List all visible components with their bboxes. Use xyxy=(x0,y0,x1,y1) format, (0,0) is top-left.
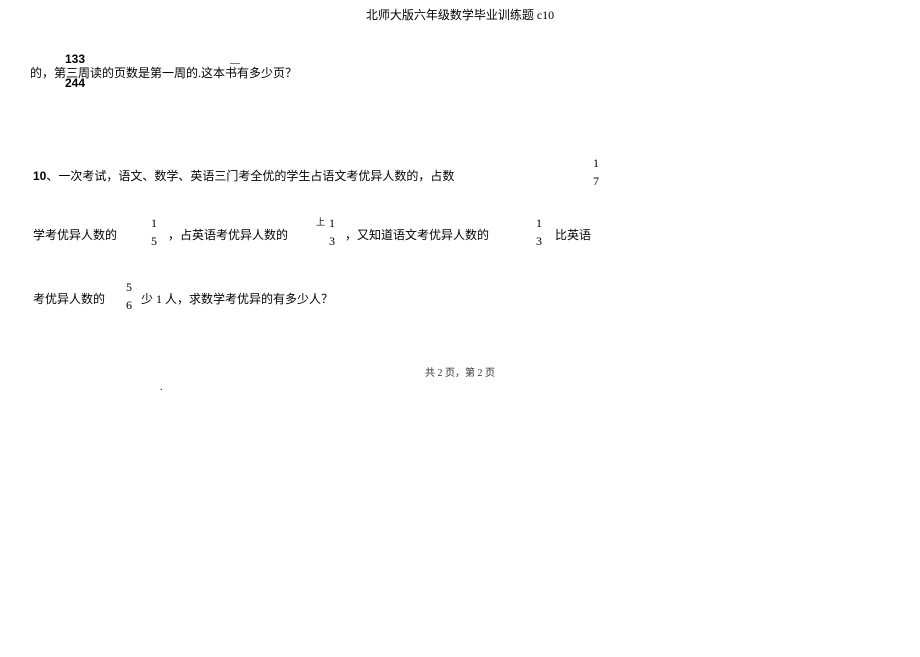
fraction-1-3a: 1 3 xyxy=(326,216,338,248)
fraction-5-6: 5 6 xyxy=(123,280,135,312)
question-number-10: 10 xyxy=(33,169,46,183)
stray-dot: . xyxy=(160,382,163,393)
fraction-1-5-num: 1 xyxy=(148,216,160,230)
fraction-1-3a-num: 1 xyxy=(326,216,338,230)
row2-seg2: ，占英语考优异人数的 xyxy=(168,226,288,243)
page-title: 北师大版六年级数学毕业训练题 c10 xyxy=(0,6,920,23)
frac-prefix-a: 上 xyxy=(316,215,325,228)
question-10-row1-text: 、一次考试，语文、数学、英语三门考全优的学生占语文考优异人数的，占数 xyxy=(46,169,454,183)
fraction-bottom-244: 244 xyxy=(65,76,85,90)
row2-seg4: 比英语 xyxy=(555,226,591,243)
fraction-1-3a-den: 3 xyxy=(326,234,338,248)
question-10-row1: 10、一次考试，语文、数学、英语三门考全优的学生占语文考优异人数的，占数 xyxy=(33,167,454,184)
row3-seg1: 考优异人数的 xyxy=(33,290,105,307)
fraction-1-5-den: 5 xyxy=(148,234,160,248)
fraction-5-6-num: 5 xyxy=(123,280,135,294)
fraction-1-5: 1 5 xyxy=(148,216,160,248)
fraction-1-3b: 1 3 xyxy=(533,216,545,248)
page-footer: 共 2 页，第 2 页 xyxy=(0,364,920,379)
fraction-1-7-den: 7 xyxy=(590,174,602,188)
row2-seg1: 学考优异人数的 xyxy=(33,226,117,243)
fraction-1-3b-num: 1 xyxy=(533,216,545,230)
fraction-1-7: 1 7 xyxy=(590,156,602,188)
row2-seg3: ，又知道语文考优异人数的 xyxy=(345,226,489,243)
row3-seg2: 少 1 人，求数学考优异的有多少人？ xyxy=(141,290,333,307)
overline-mark: — xyxy=(230,58,240,69)
fraction-1-3b-den: 3 xyxy=(533,234,545,248)
fraction-1-7-num: 1 xyxy=(590,156,602,170)
fraction-5-6-den: 6 xyxy=(123,298,135,312)
